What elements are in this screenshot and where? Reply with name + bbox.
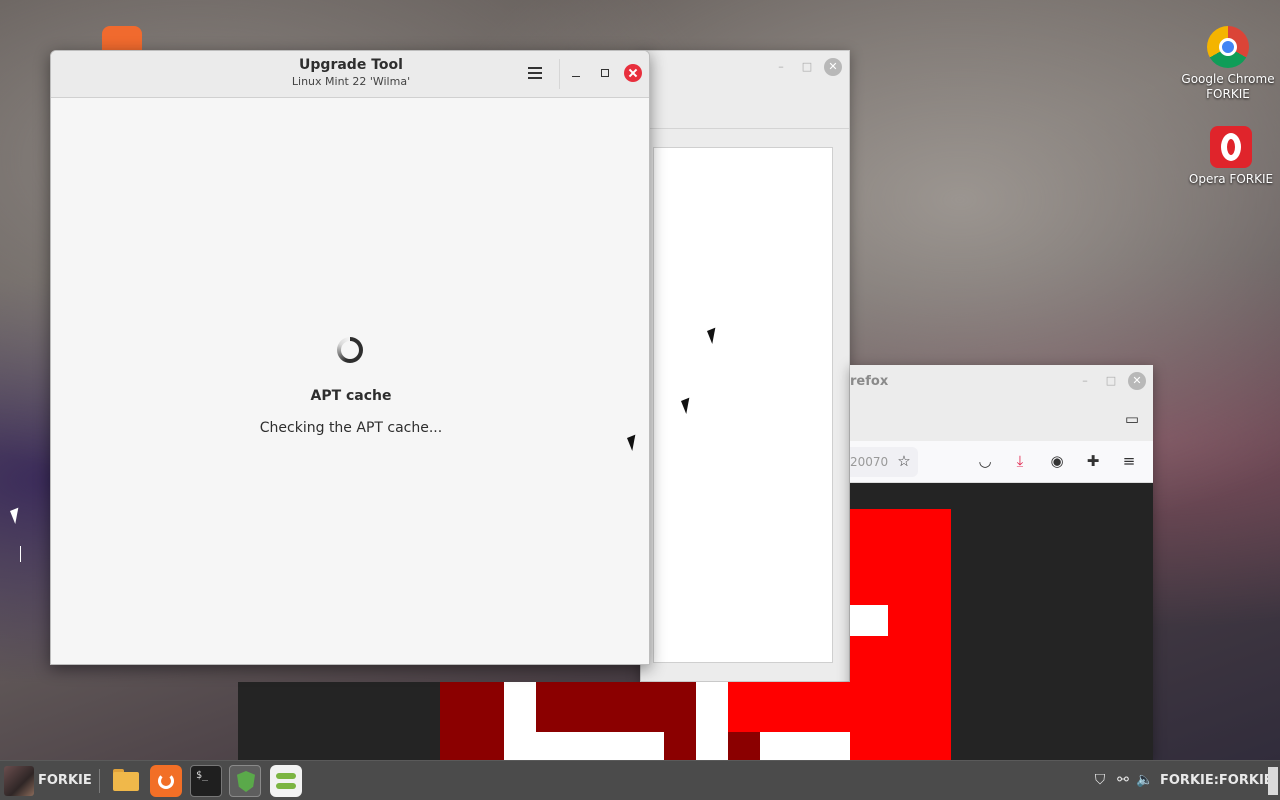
show-desktop-button[interactable] [1268,767,1278,795]
firefox-window-title: refox [850,374,889,389]
minimize-icon[interactable] [569,65,585,81]
opera-icon [1210,126,1252,168]
user-avatar[interactable] [4,766,34,796]
maze-block [760,732,850,760]
network-icon[interactable]: ⚯ [1114,771,1132,789]
firefox-app-icon[interactable] [150,765,182,797]
minimize-icon[interactable]: – [1077,373,1093,389]
maximize-icon[interactable]: □ [1103,373,1119,389]
headerbar-separator [559,59,560,89]
status-heading: APT cache [310,388,392,404]
minimize-icon[interactable]: – [773,59,789,75]
background-window-content [653,147,833,663]
volume-icon[interactable]: 🔈 [1136,771,1154,789]
firefox-window[interactable]: refox – □ ✕ ▭ 20070 ☆ ◡ ⤓ ◉ ✚ ≡ [850,365,1153,760]
text-cursor-icon [20,546,21,562]
close-icon[interactable]: ✕ [1128,372,1146,390]
status-message: Checking the APT cache... [259,420,443,436]
taskbar-separator [99,769,100,793]
bookmark-star-icon[interactable]: ☆ [894,451,914,471]
window-title: Upgrade Tool [299,57,403,73]
maximize-icon[interactable]: □ [799,59,815,75]
loading-spinner-icon [337,337,363,363]
pocket-icon[interactable]: ◡ [975,451,995,471]
settings-app-icon[interactable] [270,765,302,797]
desktop-icon-label: Opera FORKIE [1188,172,1274,186]
tab-list-icon[interactable]: ▭ [1122,409,1142,429]
tray-user-host[interactable]: FORKIE:FORKIE [1160,773,1273,788]
upgrade-tool-window[interactable]: Upgrade Tool Linux Mint 22 'Wilma' APT c… [50,50,650,665]
desktop-icon-label: FORKIE [1206,87,1250,101]
menu-icon[interactable]: ≡ [1119,451,1139,471]
desktop-icon-google-chrome[interactable]: Google Chrome FORKIE [1178,26,1278,102]
update-manager-icon[interactable] [229,765,261,797]
download-icon[interactable]: ⤓ [1010,451,1030,471]
taskbar-user-label[interactable]: FORKIE [38,773,92,788]
terminal-app-icon[interactable]: $_ [190,765,222,797]
close-icon[interactable] [624,64,642,82]
maze-block [850,605,888,636]
url-text: 20070 [850,455,889,469]
files-app-icon[interactable] [110,765,142,797]
maximize-icon[interactable] [597,65,613,81]
maze-background [238,682,440,760]
maze-block [504,682,536,760]
firefox-titlebar[interactable]: refox – □ ✕ ▭ [850,365,1153,441]
shield-icon[interactable]: ⛉ [1091,771,1109,789]
desktop-app-icon-partial[interactable] [102,26,142,52]
mouse-cursor-icon [10,507,24,524]
maze-block [728,682,850,732]
chrome-icon [1207,26,1249,68]
account-icon[interactable]: ◉ [1047,451,1067,471]
extensions-icon[interactable]: ✚ [1083,451,1103,471]
upgrade-tool-headerbar[interactable]: Upgrade Tool Linux Mint 22 'Wilma' [51,51,649,98]
taskbar: FORKIE $_ ⛉ ⚯ 🔈 FORKIE:FORKIE [0,760,1280,800]
window-subtitle: Linux Mint 22 'Wilma' [291,75,411,88]
close-icon[interactable]: ✕ [824,58,842,76]
background-window[interactable]: – □ ✕ [640,50,850,682]
firefox-navbar: 20070 ☆ ◡ ⤓ ◉ ✚ ≡ [850,441,1153,483]
hamburger-menu-icon[interactable] [525,64,545,84]
maze-block [536,732,664,760]
desktop-icon-label: Google Chrome [1181,72,1275,86]
maze-block [696,682,728,760]
background-window-titlebar[interactable]: – □ ✕ [641,51,849,129]
desktop-icon-opera[interactable]: Opera FORKIE [1181,126,1280,187]
